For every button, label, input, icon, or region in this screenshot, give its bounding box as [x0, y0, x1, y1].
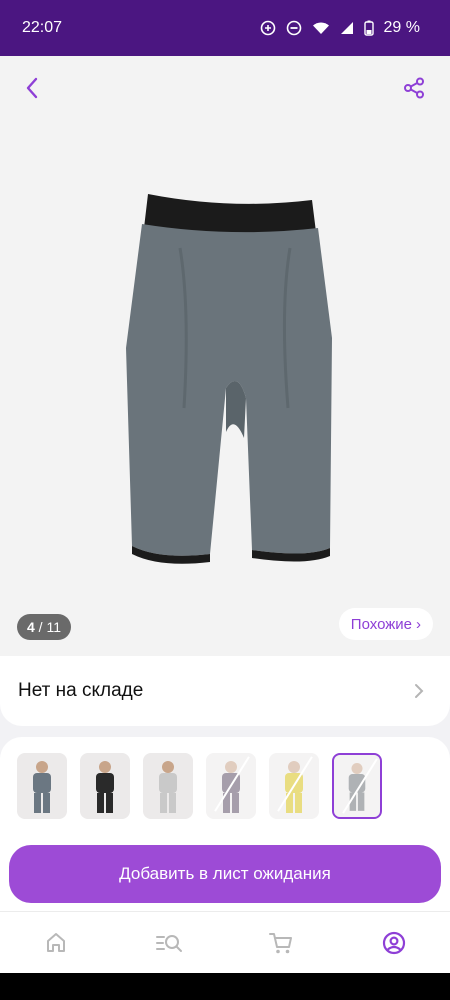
status-time: 22:07 [22, 19, 63, 36]
thumb-4[interactable] [206, 753, 256, 819]
variant-thumbnails [0, 737, 450, 837]
thumbnail-image [159, 761, 177, 813]
thumbnail-list [17, 753, 382, 819]
thumb-2[interactable] [80, 753, 130, 819]
stock-status-row[interactable]: Нет на складе [0, 656, 450, 726]
battery-icon [363, 20, 374, 36]
counter-separator: / [34, 619, 47, 635]
profile-icon [382, 931, 405, 954]
status-icons: 29 % [260, 19, 420, 37]
dnd-icon [286, 20, 301, 36]
add-to-waitlist-label: Добавить в лист ожидания [119, 864, 331, 883]
add-to-waitlist-button[interactable]: Добавить в лист ожидания [9, 845, 441, 903]
unavailable-slash [214, 756, 250, 812]
cart-icon [269, 932, 293, 953]
product-image-pants [126, 194, 332, 564]
share-button[interactable] [400, 74, 428, 102]
nav-home[interactable] [36, 923, 76, 963]
chevron-right-icon: › [416, 615, 421, 633]
wifi-icon [312, 22, 329, 34]
thumb-1[interactable] [17, 753, 67, 819]
similar-label: Похожие [350, 615, 412, 633]
bottom-nav [0, 911, 450, 973]
thumbnail-image [33, 761, 51, 813]
signal-icon [340, 22, 353, 34]
unavailable-slash [342, 758, 378, 814]
cta-area: Добавить в лист ожидания [0, 837, 450, 911]
nav-cart[interactable] [261, 923, 301, 963]
thumb-6[interactable] [332, 753, 382, 819]
similar-products-button[interactable]: Похожие › [338, 608, 433, 640]
home-icon [47, 932, 66, 952]
unavailable-slash [277, 756, 313, 812]
share-icon [404, 77, 424, 99]
sync-icon [260, 20, 275, 36]
thumbnail-image [96, 761, 114, 813]
stock-status-label: Нет на складе [18, 680, 144, 701]
system-gesture-bar [0, 973, 450, 1000]
back-button[interactable] [18, 74, 46, 102]
product-gallery[interactable]: 4 / 11 Похожие › [0, 56, 450, 656]
thumb-3[interactable] [143, 753, 193, 819]
image-counter: 4 / 11 [17, 614, 72, 640]
status-bar: 22:07 29 % [0, 0, 450, 56]
chevron-right-icon [415, 684, 424, 698]
thumb-5[interactable] [269, 753, 319, 819]
battery-level: 29 % [383, 19, 420, 36]
counter-current: 4 [27, 619, 35, 635]
chevron-left-icon [26, 77, 38, 99]
counter-total: 11 [46, 619, 62, 635]
nav-profile[interactable] [374, 923, 414, 963]
catalog-search-icon [155, 934, 182, 952]
nav-catalog[interactable] [149, 923, 189, 963]
